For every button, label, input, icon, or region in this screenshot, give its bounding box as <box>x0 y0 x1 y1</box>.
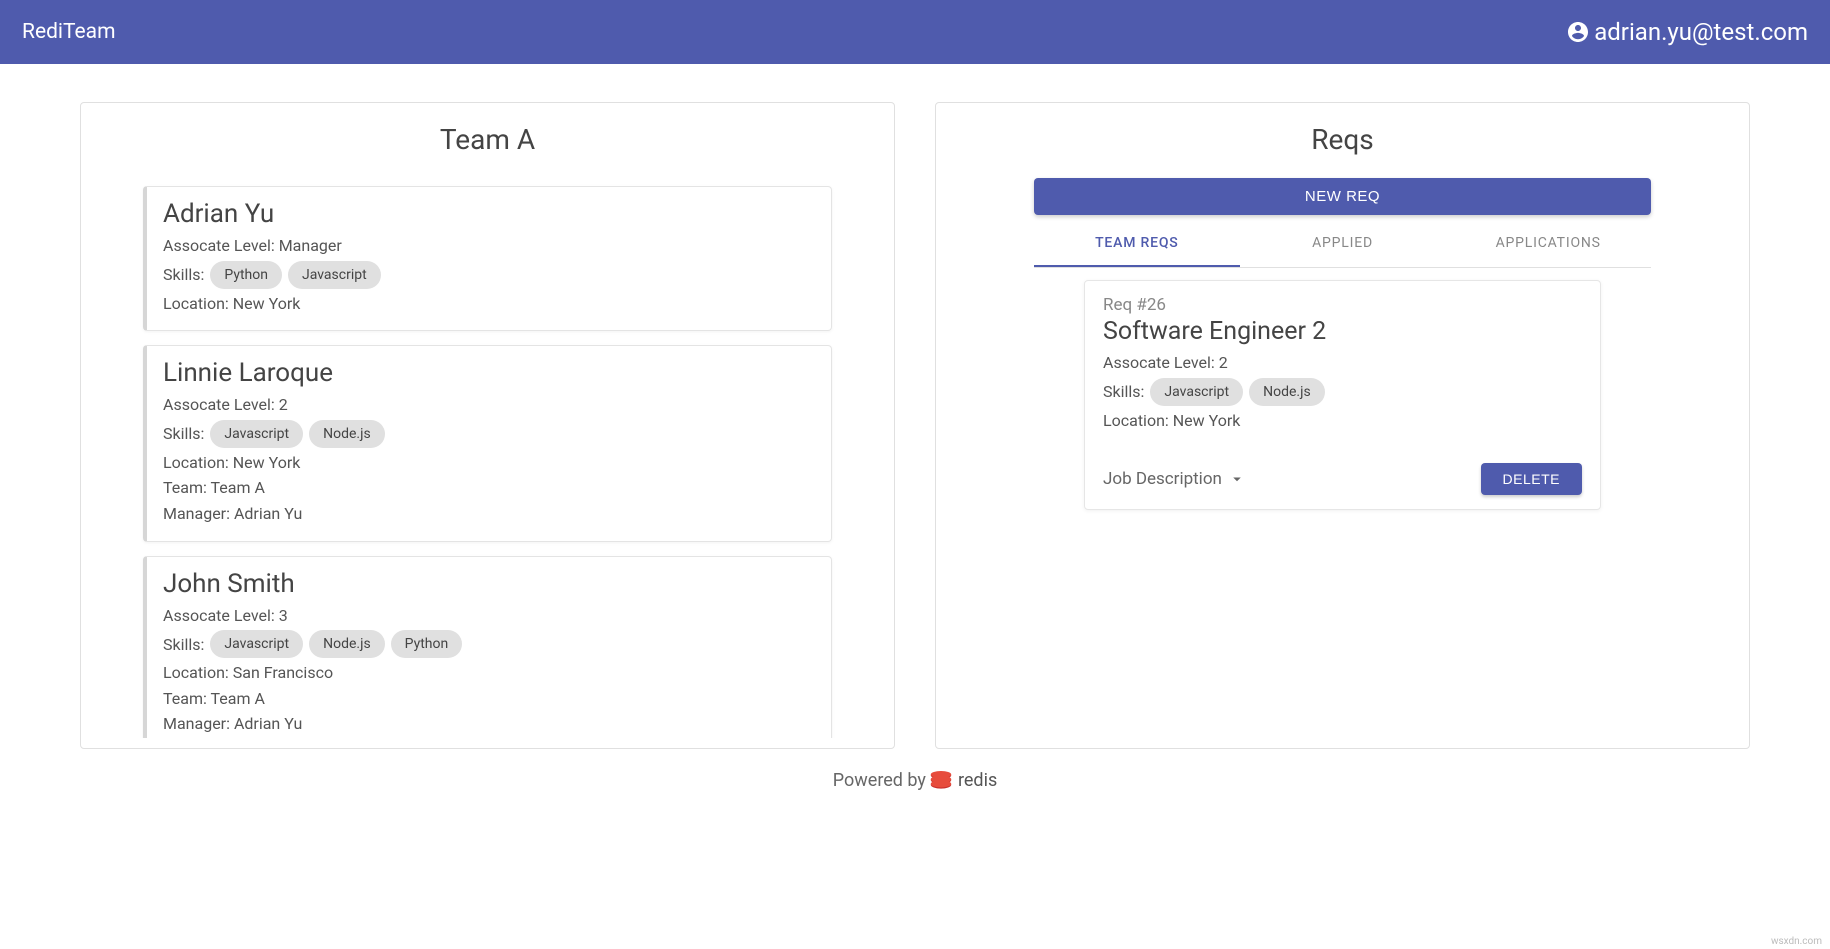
req-skills-row: Skills: Javascript Node.js <box>1103 378 1582 406</box>
main-content: Team A Adrian Yu Assocate Level: Manager… <box>0 64 1830 759</box>
member-location: Location: New York <box>163 450 815 476</box>
redis-text: redis <box>958 770 997 791</box>
tab-team-reqs[interactable]: TEAM REQS <box>1034 221 1240 267</box>
member-manager: Manager: Adrian Yu <box>163 501 815 527</box>
member-location: Location: New York <box>163 291 815 317</box>
req-card: Req #26 Software Engineer 2 Assocate Lev… <box>1084 280 1601 510</box>
team-panel-title: Team A <box>99 123 876 156</box>
member-team: Team: Team A <box>163 475 815 501</box>
member-skills-row: Skills: Javascript Node.js Python <box>163 630 815 658</box>
member-name: Linnie Laroque <box>163 358 815 388</box>
new-req-button[interactable]: NEW REQ <box>1034 178 1651 215</box>
team-panel: Team A Adrian Yu Assocate Level: Manager… <box>80 102 895 749</box>
member-card[interactable]: Linnie Laroque Assocate Level: 2 Skills:… <box>143 345 832 541</box>
member-skills-row: Skills: Javascript Node.js <box>163 420 815 448</box>
member-name: John Smith <box>163 569 815 599</box>
req-location: Location: New York <box>1103 408 1582 434</box>
skill-chip: Javascript <box>1150 378 1243 406</box>
redis-icon <box>928 769 954 791</box>
member-manager: Manager: Adrian Yu <box>163 711 815 737</box>
member-level: Assocate Level: 3 <box>163 603 815 629</box>
team-member-list[interactable]: Adrian Yu Assocate Level: Manager Skills… <box>99 178 876 738</box>
reqs-inner: NEW REQ TEAM REQS APPLIED APPLICATIONS R… <box>954 178 1731 510</box>
powered-by-label: Powered by <box>833 770 926 791</box>
skill-chip: Python <box>210 261 282 289</box>
user-section[interactable]: adrian.yu@test.com <box>1566 18 1808 46</box>
skills-label: Skills: <box>163 265 204 284</box>
account-circle-icon <box>1566 20 1590 44</box>
reqs-panel: Reqs NEW REQ TEAM REQS APPLIED APPLICATI… <box>935 102 1750 749</box>
skills-label: Skills: <box>1103 382 1144 401</box>
chevron-down-icon <box>1228 470 1246 488</box>
brand-title[interactable]: RediTeam <box>22 20 116 44</box>
req-footer: Job Description DELETE <box>1103 463 1582 495</box>
watermark: wsxdn.com <box>1771 936 1822 947</box>
job-description-label: Job Description <box>1103 469 1222 489</box>
reqs-tabs: TEAM REQS APPLIED APPLICATIONS <box>1034 221 1651 268</box>
member-card[interactable]: John Smith Assocate Level: 3 Skills: Jav… <box>143 556 832 738</box>
user-email: adrian.yu@test.com <box>1594 18 1808 46</box>
req-id: Req #26 <box>1103 295 1582 315</box>
req-title: Software Engineer 2 <box>1103 317 1582 346</box>
skill-chip: Python <box>391 630 463 658</box>
tab-applications[interactable]: APPLICATIONS <box>1445 221 1651 267</box>
app-header: RediTeam adrian.yu@test.com <box>0 0 1830 64</box>
reqs-panel-title: Reqs <box>954 123 1731 156</box>
member-level: Assocate Level: 2 <box>163 392 815 418</box>
skill-chip: Javascript <box>288 261 381 289</box>
skill-chip: Javascript <box>210 420 303 448</box>
skills-label: Skills: <box>163 635 204 654</box>
skills-label: Skills: <box>163 424 204 443</box>
footer: Powered by redis <box>0 759 1830 797</box>
redis-logo: redis <box>928 769 997 791</box>
delete-button[interactable]: DELETE <box>1481 463 1582 495</box>
job-description-toggle[interactable]: Job Description <box>1103 469 1246 489</box>
skill-chip: Node.js <box>309 420 385 448</box>
member-level: Assocate Level: Manager <box>163 233 815 259</box>
skill-chip: Node.js <box>1249 378 1325 406</box>
member-name: Adrian Yu <box>163 199 815 229</box>
member-skills-row: Skills: Python Javascript <box>163 261 815 289</box>
tab-applied[interactable]: APPLIED <box>1240 221 1446 267</box>
member-team: Team: Team A <box>163 686 815 712</box>
member-location: Location: San Francisco <box>163 660 815 686</box>
req-level: Assocate Level: 2 <box>1103 350 1582 376</box>
member-card[interactable]: Adrian Yu Assocate Level: Manager Skills… <box>143 186 832 331</box>
skill-chip: Node.js <box>309 630 385 658</box>
skill-chip: Javascript <box>210 630 303 658</box>
